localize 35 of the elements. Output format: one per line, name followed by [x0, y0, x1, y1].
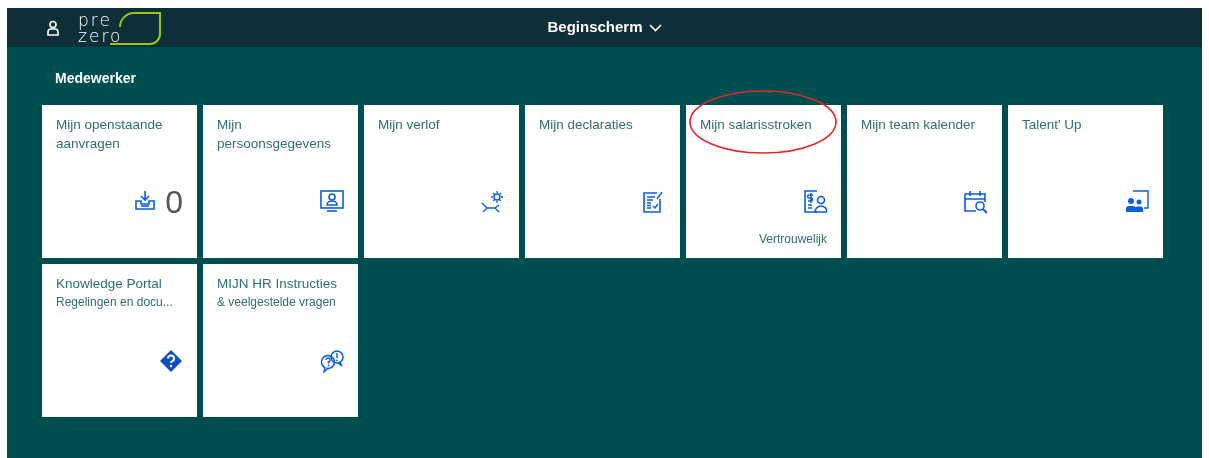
tile-title: Talent' Up	[1022, 116, 1083, 134]
tile-title: Knowledge Portal	[56, 275, 163, 293]
page-title-dropdown[interactable]: Beginscherm	[547, 16, 662, 39]
tile-subtitle: Regelingen en docu...	[56, 294, 174, 311]
tile-subtitle: & veelgestelde vragen	[217, 294, 337, 311]
tile[interactable]: Mijn openstaande aanvragen 0	[42, 105, 197, 258]
person-monitor-icon	[320, 190, 344, 214]
tile-count: 0	[165, 184, 183, 220]
people-board-icon	[1125, 190, 1149, 214]
section-title: Medewerker	[55, 69, 137, 88]
payslip-person-icon	[803, 190, 827, 214]
tile[interactable]: Talent' Up	[1008, 105, 1163, 258]
calendar-search-icon	[964, 190, 988, 214]
question-diamond-icon	[159, 349, 183, 373]
tile[interactable]: MIJN HR Instructies & veelgestelde vragen	[203, 264, 358, 417]
logo-text: zero	[78, 27, 123, 44]
tile[interactable]: Mijn salarisstroken Vertrouwelijk	[686, 105, 841, 258]
tile[interactable]: Mijn verlof	[364, 105, 519, 258]
tile[interactable]: Mijn declaraties	[525, 105, 680, 258]
chevron-down-icon	[648, 23, 662, 32]
tile[interactable]: Mijn persoonsgegevens	[203, 105, 358, 258]
tile-footer: Vertrouwelijk	[758, 230, 827, 248]
tile-title: Mijn persoonsgegevens	[217, 116, 333, 153]
logo-text: pre	[78, 11, 112, 28]
tile-title: MIJN HR Instructies	[217, 275, 339, 293]
tile[interactable]: Knowledge Portal Regelingen en docu...	[42, 264, 197, 417]
tile-title: Mijn declaraties	[539, 116, 634, 134]
tile[interactable]: Mijn team kalender	[847, 105, 1002, 258]
question-exclamation-bubbles-icon	[320, 349, 344, 373]
tile-title: Mijn openstaande aanvragen	[56, 116, 164, 153]
user-icon[interactable]	[46, 19, 60, 36]
tile-title: Mijn verlof	[378, 116, 441, 134]
tile-title: Mijn team kalender	[861, 116, 977, 134]
sun-lounger-icon	[481, 190, 505, 214]
tile-title: Mijn salarisstroken	[700, 116, 813, 134]
